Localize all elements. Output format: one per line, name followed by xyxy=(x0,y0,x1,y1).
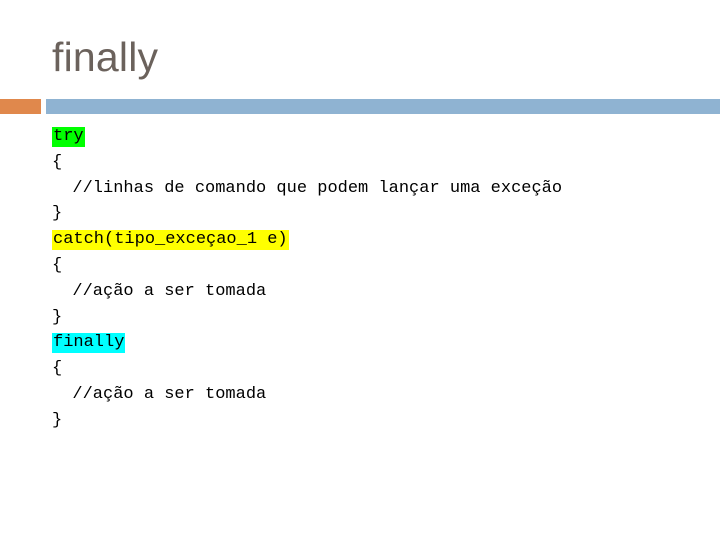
slide-canvas: finally try { //linhas de comando que pod… xyxy=(0,0,720,540)
title-divider xyxy=(0,99,720,114)
code-block: try { //linhas de comando que podem lança… xyxy=(52,124,702,434)
code-line: try xyxy=(52,124,702,150)
code-text: { xyxy=(52,359,63,379)
code-text: } xyxy=(52,307,63,327)
code-text: //ação a ser tomada xyxy=(52,384,267,404)
code-highlight-cyan: finally xyxy=(52,333,126,354)
code-line: finally xyxy=(52,330,702,356)
code-line: { xyxy=(52,356,702,382)
code-line: { xyxy=(52,253,702,279)
code-highlight-yellow: catch(tipo_exceçao_1 e) xyxy=(52,230,289,251)
page-title: finally xyxy=(52,34,159,80)
code-line: //ação a ser tomada xyxy=(52,279,702,305)
code-line: { xyxy=(52,150,702,176)
code-text: } xyxy=(52,204,63,224)
code-text: //linhas de comando que podem lançar uma… xyxy=(52,178,563,198)
code-line: } xyxy=(52,305,702,331)
code-text: { xyxy=(52,255,63,275)
code-line: } xyxy=(52,201,702,227)
code-text: //ação a ser tomada xyxy=(52,281,267,301)
code-text: } xyxy=(52,410,63,430)
divider-bar xyxy=(46,99,720,114)
code-text: { xyxy=(52,152,63,172)
divider-accent-block xyxy=(0,99,41,114)
code-line: //ação a ser tomada xyxy=(52,382,702,408)
code-line: } xyxy=(52,408,702,434)
code-line: catch(tipo_exceçao_1 e) xyxy=(52,227,702,253)
code-line: //linhas de comando que podem lançar uma… xyxy=(52,176,702,202)
code-highlight-green: try xyxy=(52,127,85,147)
